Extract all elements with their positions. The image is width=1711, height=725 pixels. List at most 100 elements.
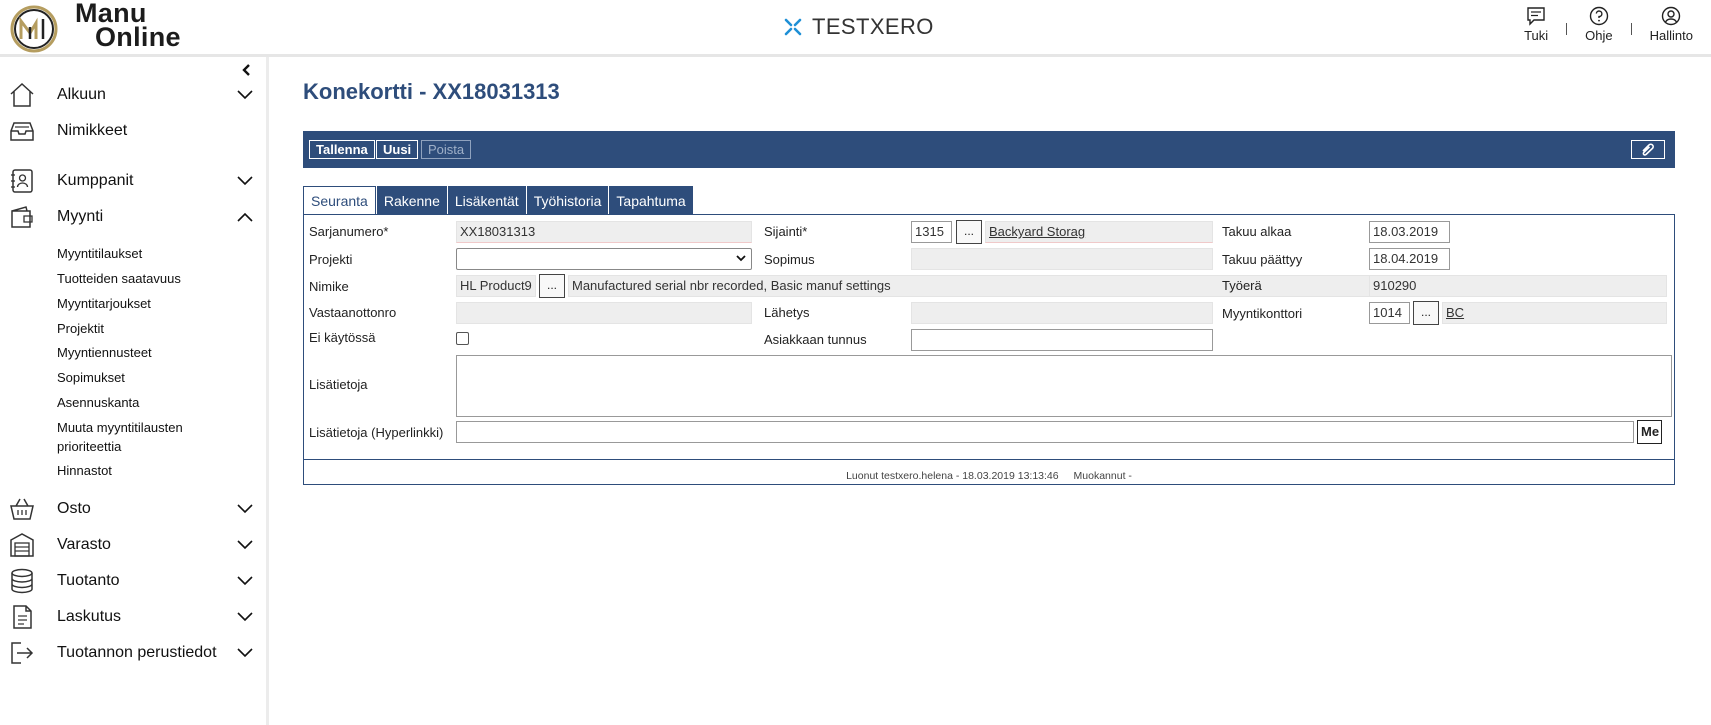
sidebar-item-kumppanit[interactable]: Kumppanit — [0, 165, 266, 197]
lahetys-field[interactable] — [911, 302, 1213, 324]
admin-label: Hallinto — [1649, 28, 1693, 43]
sidebar-item-osto[interactable]: Osto — [0, 493, 266, 525]
sijainti-lookup-button[interactable]: ... — [956, 220, 982, 244]
header-actions: Tuki Ohje Hallinto — [1524, 6, 1693, 50]
lisatietoja-textarea[interactable] — [456, 355, 1672, 417]
sopimus-field[interactable] — [911, 248, 1213, 270]
chevron-down-icon — [237, 90, 253, 100]
invoice-icon — [9, 604, 35, 630]
separator — [1630, 23, 1632, 35]
database-icon — [9, 568, 35, 594]
created-info: Luonut testxero.helena - 18.03.2019 13:1… — [846, 470, 1059, 482]
sidebar-item-laskutus[interactable]: Laskutus — [0, 601, 266, 633]
myyntikonttori-code-field[interactable]: 1014 — [1369, 302, 1410, 324]
modified-info: Muokannut - — [1073, 470, 1132, 482]
inbox-icon — [9, 118, 35, 144]
nimike-lookup-button[interactable]: ... — [539, 274, 565, 298]
home-icon — [9, 82, 35, 108]
chevron-up-icon — [237, 212, 253, 222]
chevron-down-icon — [237, 540, 253, 550]
sijainti-code-field[interactable]: 1315 — [911, 221, 952, 243]
sidebar-item-alkuun[interactable]: Alkuun — [0, 79, 266, 111]
chevron-down-icon — [237, 648, 253, 658]
manu-online-logo[interactable]: Manu Online — [10, 0, 210, 53]
nimike-label: Nimike — [309, 279, 349, 294]
support-label: Tuki — [1524, 28, 1549, 43]
takuu-alkaa-field[interactable]: 18.03.2019 — [1369, 221, 1450, 243]
tyoera-label: Työerä — [1222, 278, 1262, 293]
sidebar-subitem-hinnastot[interactable]: Hinnastot — [57, 461, 112, 480]
sidebar-item-tuotannon-perustiedot[interactable]: Tuotannon perustiedot — [0, 637, 266, 669]
sidebar: Alkuun Nimikkeet Kumppanit Myynti Myynti… — [0, 57, 269, 725]
tab-seuranta[interactable]: Seuranta — [303, 186, 376, 215]
sidebar-subitem-myyntiennusteet[interactable]: Myyntiennusteet — [57, 343, 152, 362]
tab-lisakentat[interactable]: Lisäkentät — [447, 186, 526, 215]
chevron-down-icon — [237, 504, 253, 514]
myyntikonttori-name-field: BC — [1442, 302, 1667, 324]
sidebar-item-label: Tuotannon perustiedot — [57, 644, 217, 661]
lahetys-label: Lähetys — [764, 305, 810, 320]
myyntikonttori-lookup-button[interactable]: ... — [1413, 301, 1439, 325]
myyntikonttori-link[interactable]: BC — [1446, 303, 1464, 323]
sidebar-subitem-asennuskanta[interactable]: Asennuskanta — [57, 393, 139, 412]
sijainti-link[interactable]: Backyard Storag — [989, 222, 1085, 242]
tab-tapahtuma[interactable]: Tapahtuma — [609, 186, 693, 215]
chevron-down-icon — [237, 176, 253, 186]
ei-kaytossa-checkbox[interactable] — [456, 332, 469, 345]
takuu-paattyy-field[interactable]: 18.04.2019 — [1369, 248, 1450, 270]
help-label: Ohje — [1585, 28, 1613, 43]
tenant-brand: TESTXERO — [782, 14, 934, 40]
takuu-alkaa-label: Takuu alkaa — [1222, 224, 1292, 239]
help-button[interactable]: Ohje — [1585, 6, 1613, 43]
sarjanumero-field[interactable]: XX18031313 — [456, 221, 752, 243]
sijainti-label: Sijainti* — [764, 224, 808, 239]
sidebar-item-label: Osto — [57, 500, 91, 517]
lisatietoja-label: Lisätietoja — [309, 377, 368, 392]
sidebar-subitem-myyntitilaukset[interactable]: Myyntitilaukset — [57, 244, 142, 263]
save-button[interactable]: Tallenna — [309, 140, 375, 159]
toolbar: Tallenna Uusi Poista — [303, 131, 1675, 168]
hyperlinkki-open-button[interactable]: Me — [1637, 420, 1662, 444]
chevron-down-icon — [237, 576, 253, 586]
asiakkaan-tunnus-label: Asiakkaan tunnus — [764, 332, 867, 347]
sidebar-item-varasto[interactable]: Varasto — [0, 529, 266, 561]
tab-tyohistoria[interactable]: Työhistoria — [526, 186, 609, 215]
projekti-select[interactable] — [456, 248, 752, 270]
attachment-button[interactable] — [1631, 140, 1665, 159]
basket-icon — [9, 496, 35, 522]
admin-button[interactable]: Hallinto — [1650, 6, 1693, 43]
user-icon — [1662, 6, 1681, 26]
sarjanumero-label: Sarjanumero* — [309, 224, 389, 239]
support-button[interactable]: Tuki — [1524, 6, 1548, 43]
sidebar-subitem-tuotteiden-saatavuus[interactable]: Tuotteiden saatavuus — [57, 269, 181, 288]
wallet-icon — [9, 204, 35, 230]
sidebar-item-myynti[interactable]: Myynti — [0, 201, 266, 233]
new-button[interactable]: Uusi — [376, 140, 419, 159]
xero-star-icon — [784, 18, 802, 36]
takuu-paattyy-label: Takuu päättyy — [1222, 252, 1303, 267]
sidebar-item-nimikkeet[interactable]: Nimikkeet — [0, 115, 266, 147]
top-bar: Manu Online TESTXERO Tuki Ohje Hallinto — [0, 0, 1711, 57]
vastaanottonro-field[interactable] — [456, 302, 752, 324]
sidebar-subitem-myyntitarjoukset[interactable]: Myyntitarjoukset — [57, 294, 151, 313]
hyperlinkki-input[interactable] — [456, 421, 1634, 443]
sidebar-item-label: Nimikkeet — [57, 122, 128, 139]
sidebar-item-label: Alkuun — [57, 86, 106, 103]
collapse-sidebar-icon[interactable] — [241, 63, 253, 77]
exit-icon — [9, 640, 35, 666]
sidebar-item-label: Myynti — [57, 208, 104, 225]
sidebar-subitem-sopimukset[interactable]: Sopimukset — [57, 368, 125, 387]
vastaanottonro-label: Vastaanottonro — [309, 305, 397, 320]
tyoera-field: 910290 — [1369, 275, 1667, 297]
separator — [1566, 23, 1568, 35]
asiakkaan-tunnus-input[interactable] — [911, 329, 1213, 351]
tab-rakenne[interactable]: Rakenne — [376, 186, 447, 215]
sidebar-item-tuotanto[interactable]: Tuotanto — [0, 565, 266, 597]
sidebar-subitem-projektit[interactable]: Projektit — [57, 319, 104, 338]
sidebar-subitem-muuta-prioriteettia[interactable]: Muuta myyntitilausten prioriteettia — [57, 418, 217, 456]
audit-footer: Luonut testxero.helena - 18.03.2019 13:1… — [304, 470, 1674, 482]
nimike-code-field[interactable]: HL Product9 — [456, 275, 536, 297]
sopimus-label: Sopimus — [764, 252, 815, 267]
page-title: Konekortti - XX18031313 — [303, 79, 560, 104]
delete-button[interactable]: Poista — [421, 140, 472, 159]
